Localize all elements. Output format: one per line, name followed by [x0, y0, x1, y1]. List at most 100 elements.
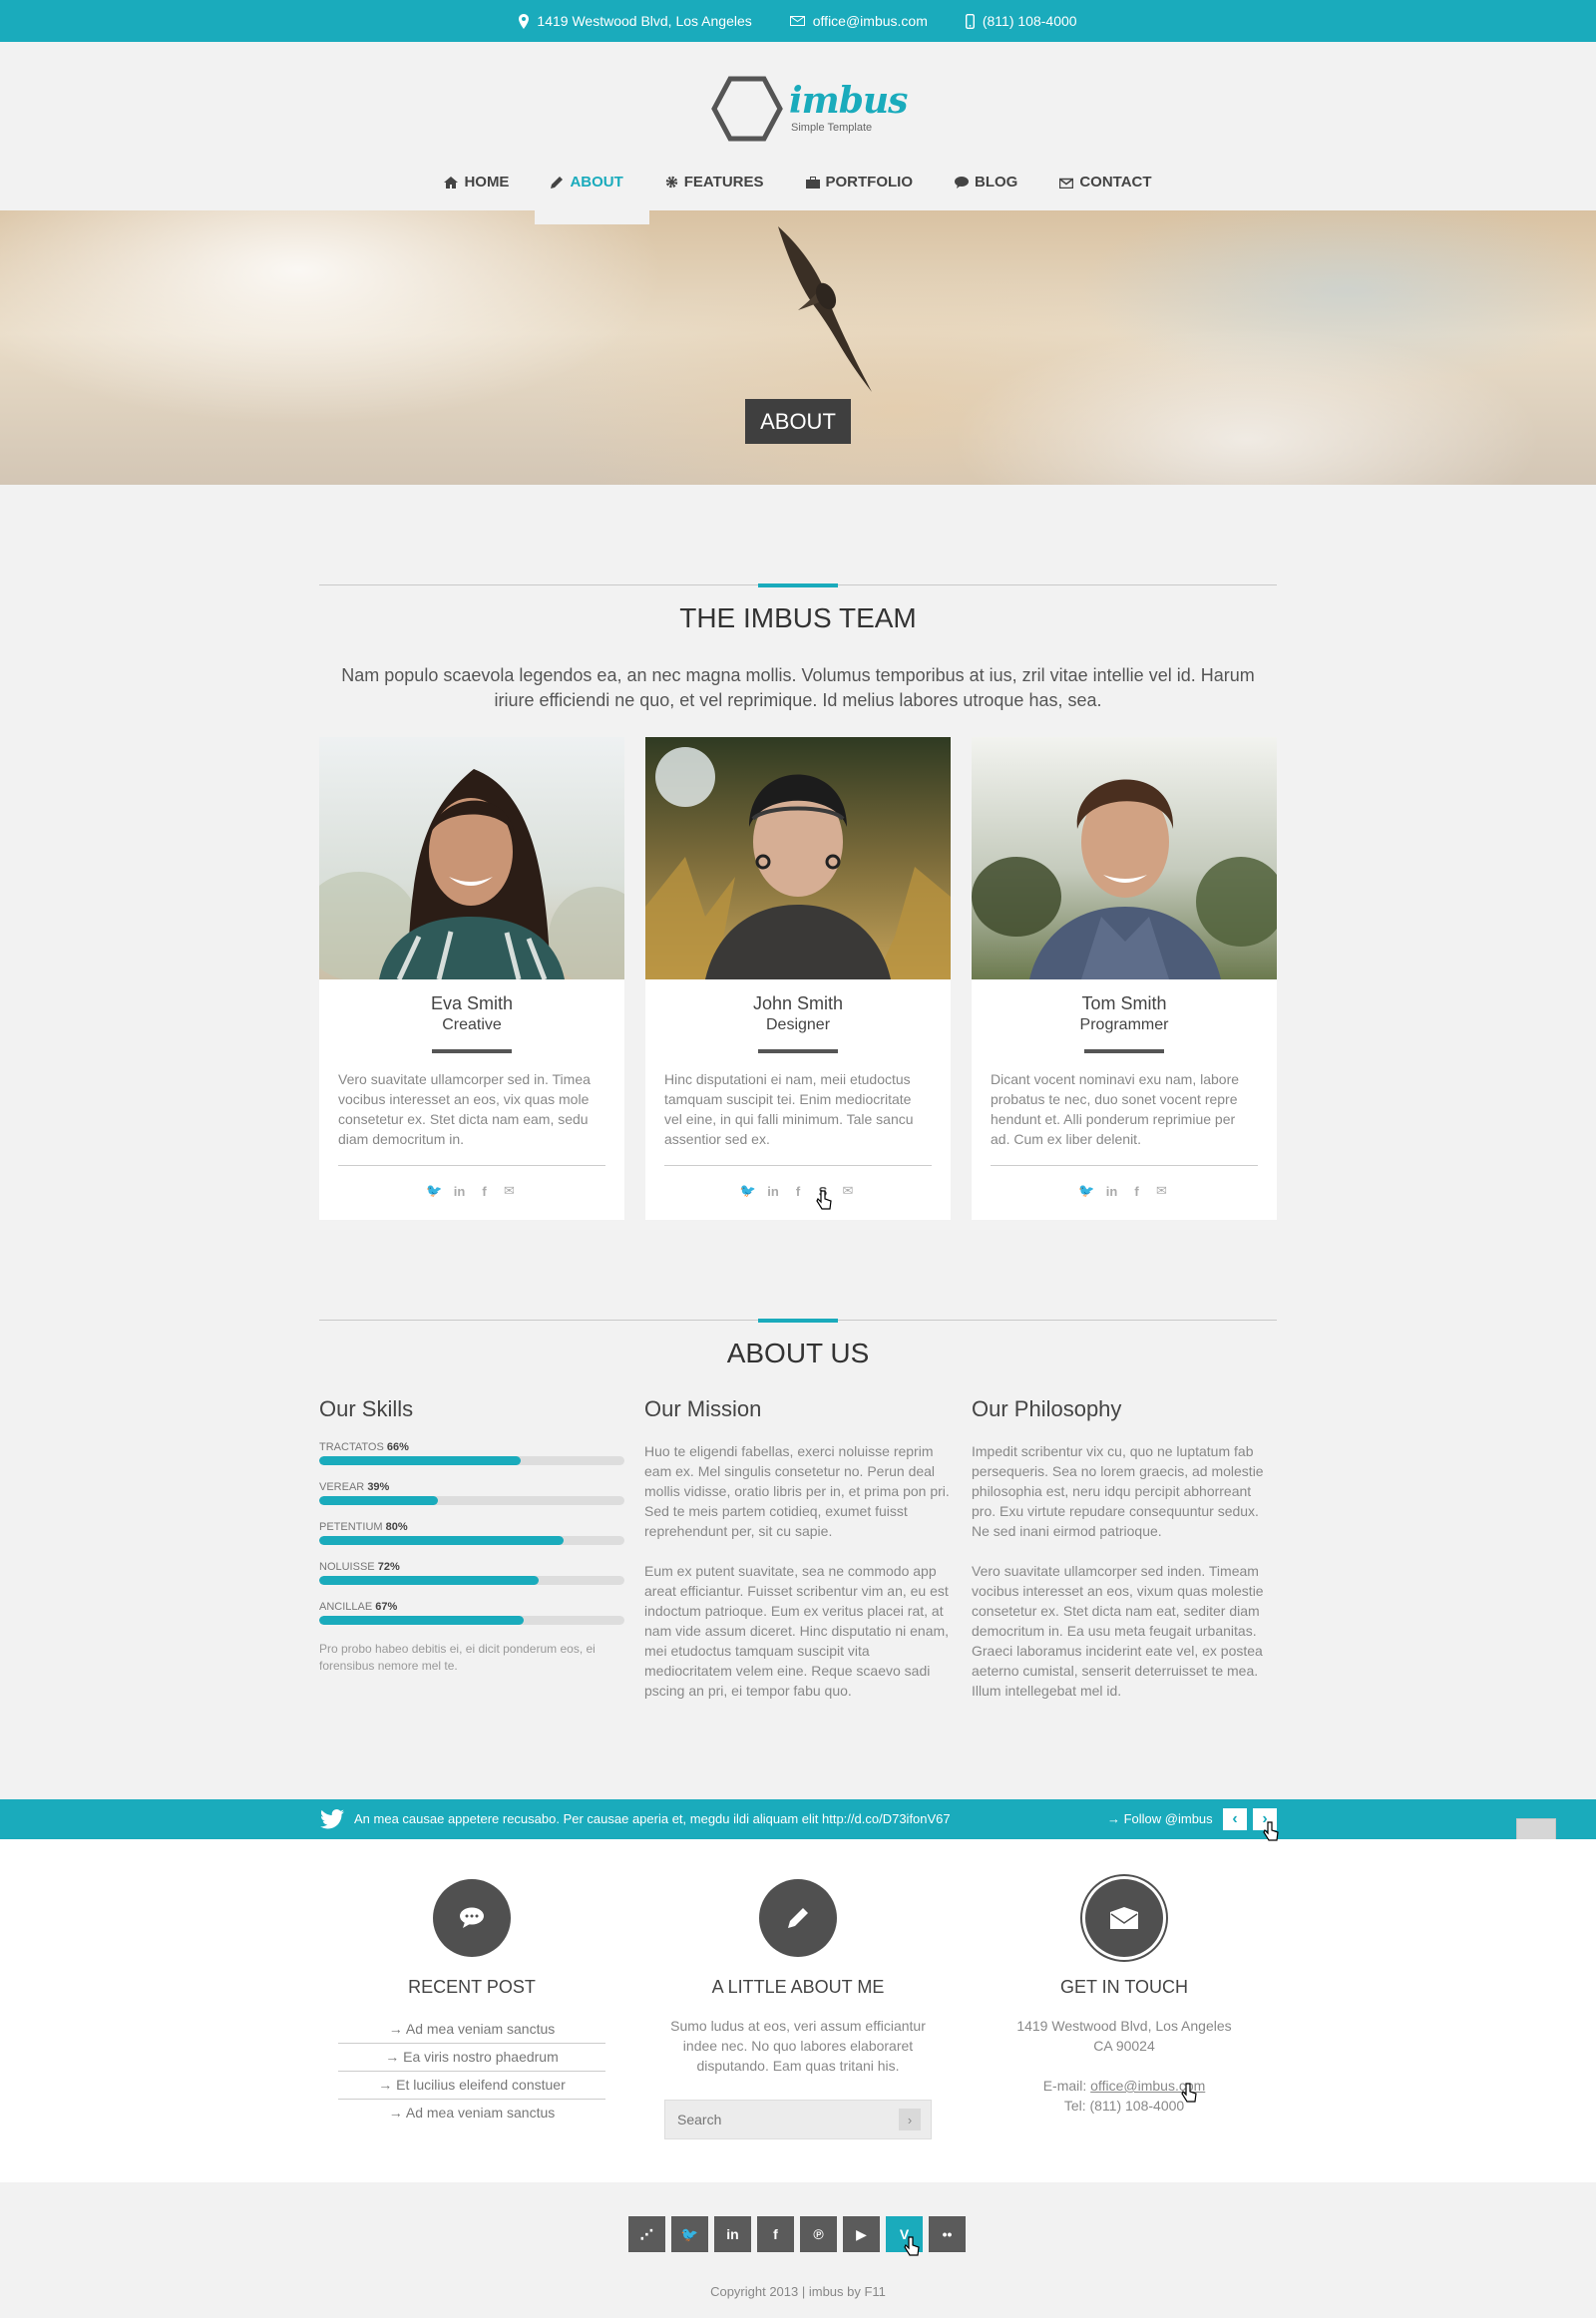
rss-icon[interactable]: ⋰ [628, 2216, 665, 2252]
widget-icon-circle [433, 1879, 511, 1957]
recent-post-link[interactable]: → Et lucilius eleifend constuer [338, 2072, 605, 2100]
phone-icon [965, 13, 975, 29]
nav-home[interactable]: HOME [444, 174, 509, 191]
contact-address: 1419 Westwood Blvd, Los Angeles CA 90024… [1016, 2018, 1232, 2114]
section-accent [758, 583, 838, 587]
skill-fill [319, 1496, 439, 1505]
skill-label: PETENTIUM 80% [319, 1521, 408, 1533]
logo-tagline: Simple Template [791, 122, 873, 134]
hand-cursor-icon [1181, 2083, 1197, 2103]
skill-fill [319, 1576, 540, 1585]
home-icon [444, 176, 459, 189]
pinterest-icon[interactable]: ℗ [800, 2216, 837, 2252]
skill-bar: PETENTIUM 80% [319, 1521, 624, 1545]
hand-cursor-icon [1263, 1821, 1279, 1841]
recent-post-link[interactable]: → Ea viris nostro phaedrum [338, 2044, 605, 2072]
phone-text: (811) 108-4000 [982, 13, 1077, 29]
tweet-text[interactable]: An mea causae appetere recusabo. Per cau… [354, 1811, 951, 1826]
logo[interactable]: imbus Simple Template [711, 72, 908, 144]
philosophy-heading: Our Philosophy [972, 1396, 1122, 1421]
philosophy-paragraph-2: Vero suavitate ullamcorper sed inden. Ti… [972, 1563, 1264, 1699]
logo-name: imbus [789, 80, 908, 122]
skill-bar: VEREAR 39% [319, 1481, 624, 1505]
nav-blog[interactable]: BLOG [955, 174, 1017, 191]
skill-track [319, 1456, 624, 1465]
tweet-prev-button[interactable]: ‹ [1223, 1808, 1247, 1830]
map-pin-icon [519, 13, 530, 29]
mission-column: Our Mission Huo te eligendi fabellas, ex… [644, 1396, 950, 1721]
mail-icon[interactable]: ✉ [502, 1183, 518, 1199]
hand-cursor-icon [816, 1190, 832, 1210]
linkedin-icon[interactable]: in [765, 1183, 781, 1199]
facebook-icon[interactable]: f [477, 1183, 493, 1199]
about-me-widget: A LITTLE ABOUT ME Sumo ludus at eos, ver… [664, 1879, 932, 2139]
skills-column: Our Skills TRACTATOS 66% VEREAR 39% PETENT… [319, 1396, 624, 1675]
philosophy-column: Our Philosophy Impedit scribentur vix cu… [972, 1396, 1277, 1721]
member-role: Programmer [1079, 1016, 1169, 1033]
skills-heading: Our Skills [319, 1396, 414, 1421]
flickr-icon[interactable]: •• [929, 2216, 966, 2252]
widget-icon-circle [759, 1879, 837, 1957]
recent-post-link[interactable]: → Ad mea veniam sanctus [338, 2100, 605, 2127]
nav-features[interactable]: FEATURES [665, 174, 764, 191]
mail-icon[interactable]: ✉ [1154, 1183, 1170, 1199]
member-description: Hinc disputationi ei nam, meii etudoctus… [664, 1071, 914, 1147]
search-input[interactable] [677, 2112, 899, 2127]
member-name: John Smith [752, 993, 844, 1013]
active-nav-indicator [535, 210, 649, 224]
email-item[interactable]: office@imbus.com [789, 13, 928, 29]
mission-paragraph-2: Eum ex putent suavitate, sea ne commodo … [644, 1563, 950, 1699]
skill-track [319, 1496, 624, 1505]
gear-icon [665, 176, 677, 189]
facebook-icon[interactable]: f [757, 2216, 794, 2252]
linkedin-icon[interactable]: in [714, 2216, 751, 2252]
twitter-icon[interactable]: 🐦 [671, 2216, 708, 2252]
get-in-touch-widget: GET IN TOUCH 1419 Westwood Blvd, Los Ang… [991, 1879, 1258, 2116]
skill-label: VEREAR 39% [319, 1481, 390, 1493]
email-text[interactable]: office@imbus.com [813, 13, 928, 29]
twitter-icon[interactable]: 🐦 [740, 1183, 756, 1199]
address-item: 1419 Westwood Blvd, Los Angeles [519, 13, 752, 29]
mail-icon[interactable]: ✉ [840, 1183, 856, 1199]
member-socials: 🐦 in f ✉ [972, 1183, 1277, 1199]
recent-post-widget: RECENT POST → Ad mea veniam sanctus → Ea… [338, 1879, 605, 2127]
follow-link[interactable]: → Follow @imbus [1107, 1811, 1213, 1826]
twitter-icon [320, 1809, 344, 1829]
search-button[interactable]: › [899, 2109, 921, 2130]
twitter-icon[interactable]: 🐦 [426, 1183, 442, 1199]
top-contact-bar: 1419 Westwood Blvd, Los Angeles office@i… [0, 0, 1596, 42]
twitter-icon[interactable]: 🐦 [1078, 1183, 1094, 1199]
bird-image [778, 226, 872, 392]
site-header: imbus Simple Template HOME ABOUT FEATURE… [0, 42, 1596, 210]
member-socials: 🐦 in f ✉ [319, 1183, 624, 1199]
member-name: Tom Smith [1081, 993, 1167, 1013]
card-divider [991, 1165, 1258, 1166]
recent-post-title: RECENT POST [408, 1977, 536, 1997]
eva-photo [319, 737, 624, 979]
copyright-text: Copyright 2013 | imbus by F11 [710, 2284, 886, 2299]
mail-icon [1059, 178, 1074, 189]
main-nav: HOME ABOUT FEATURES PORTFOLIO BLOG CONTA… [0, 174, 1596, 191]
widget-icon-circle [1085, 1879, 1163, 1957]
twitter-feed-bar: An mea causae appetere recusabo. Per cau… [0, 1799, 1596, 1839]
linkedin-icon[interactable]: in [1104, 1183, 1120, 1199]
bottom-bar: ⋰ 🐦 in f ℗ ▶ V •• Copyright 2013 | imbus by F11 [0, 2182, 1596, 2318]
member-socials: 🐦 in f S ✉ [645, 1183, 951, 1199]
page-title: ABOUT [745, 399, 851, 444]
nav-contact[interactable]: CONTACT [1059, 174, 1152, 191]
recent-post-link[interactable]: → Ad mea veniam sanctus [338, 2016, 605, 2044]
address-text: 1419 Westwood Blvd, Los Angeles [537, 13, 752, 29]
team-card-tom: Tom Smith Programmer Dicant vocent nomin… [972, 737, 1277, 1220]
member-role: Creative [442, 1016, 502, 1033]
skill-track [319, 1576, 624, 1585]
skills-note: Pro probo habeo debitis ei, ei dicit pon… [319, 1642, 596, 1673]
youtube-icon[interactable]: ▶ [843, 2216, 880, 2252]
nav-portfolio[interactable]: PORTFOLIO [805, 174, 913, 191]
facebook-icon[interactable]: f [1129, 1183, 1145, 1199]
team-card-john: John Smith Designer Hinc disputationi ei… [645, 737, 951, 1220]
linkedin-icon[interactable]: in [452, 1183, 468, 1199]
name-underline [758, 1049, 838, 1053]
philosophy-paragraph-1: Impedit scribentur vix cu, quo ne luptat… [972, 1443, 1264, 1539]
nav-about[interactable]: ABOUT [551, 174, 623, 191]
facebook-icon[interactable]: f [790, 1183, 806, 1199]
